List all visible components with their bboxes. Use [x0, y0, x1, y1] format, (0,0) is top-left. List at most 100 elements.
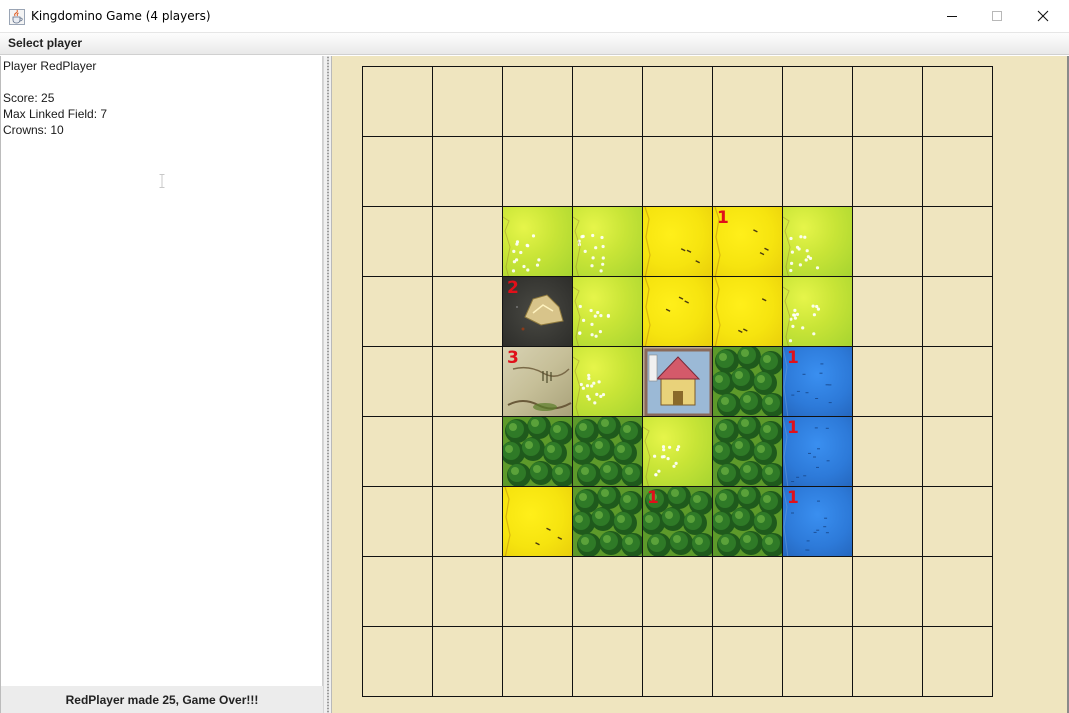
board-cell-empty[interactable]: [712, 136, 783, 207]
board-cell-empty[interactable]: [572, 626, 643, 697]
board-cell-empty[interactable]: [922, 416, 993, 487]
board-cell-empty[interactable]: [852, 66, 923, 137]
board-cell-empty[interactable]: [922, 136, 993, 207]
board-cell-forest[interactable]: [712, 416, 783, 487]
board-cell-empty[interactable]: [502, 626, 573, 697]
wheat-texture: [644, 207, 701, 276]
crown-count: 1: [647, 488, 659, 508]
board-cell-empty[interactable]: [642, 136, 713, 207]
menu-select-player[interactable]: Select player: [8, 36, 82, 50]
board-cell-empty[interactable]: [922, 556, 993, 627]
board-cell-empty[interactable]: [502, 66, 573, 137]
board-cell-empty[interactable]: [362, 346, 433, 417]
board-cell-empty[interactable]: [642, 626, 713, 697]
board-cell-water[interactable]: 1: [782, 486, 853, 557]
board-cell-wheat[interactable]: [642, 276, 713, 347]
board-cell-empty[interactable]: [432, 556, 503, 627]
board-cell-forest[interactable]: [712, 346, 783, 417]
board-cell-empty[interactable]: [642, 556, 713, 627]
board-cell-castle[interactable]: [642, 346, 713, 417]
forest-texture: [713, 417, 782, 486]
board-cell-meadow[interactable]: [782, 206, 853, 277]
board-cell-empty[interactable]: [852, 276, 923, 347]
board-cell-wheat[interactable]: [502, 486, 573, 557]
board-cell-empty[interactable]: [782, 66, 853, 137]
maximize-icon: [992, 11, 1002, 21]
board-cell-empty[interactable]: [922, 626, 993, 697]
board-cell-empty[interactable]: [572, 66, 643, 137]
board-cell-empty[interactable]: [712, 626, 783, 697]
board-cell-empty[interactable]: [362, 626, 433, 697]
board-cell-empty[interactable]: [642, 66, 713, 137]
board-cell-forest[interactable]: [572, 486, 643, 557]
board-cell-empty[interactable]: [432, 66, 503, 137]
forest-texture: [573, 417, 642, 486]
board-cell-meadow[interactable]: [642, 416, 713, 487]
board-cell-empty[interactable]: [922, 276, 993, 347]
board-cell-empty[interactable]: [852, 626, 923, 697]
text-cursor-icon: [159, 174, 165, 188]
board-cell-empty[interactable]: [922, 486, 993, 557]
board-cell-empty[interactable]: [852, 556, 923, 627]
meadow-texture: [643, 426, 681, 486]
meadow-texture: [573, 356, 606, 416]
board-cell-empty[interactable]: [362, 416, 433, 487]
board-cell-empty[interactable]: [712, 556, 783, 627]
wheat-texture: [714, 277, 767, 346]
board-cell-empty[interactable]: [852, 206, 923, 277]
board-cell-wheat[interactable]: [712, 276, 783, 347]
board-cell-empty[interactable]: [432, 136, 503, 207]
board-cell-empty[interactable]: [782, 626, 853, 697]
board-cell-empty[interactable]: [572, 136, 643, 207]
minimize-button[interactable]: [929, 0, 975, 32]
board-cell-wheat[interactable]: [642, 206, 713, 277]
board-cell-empty[interactable]: [852, 136, 923, 207]
board-cell-forest[interactable]: [572, 416, 643, 487]
forest-texture: [573, 487, 642, 556]
board-cell-meadow[interactable]: [782, 276, 853, 347]
board-cell-empty[interactable]: [362, 556, 433, 627]
board-cell-empty[interactable]: [502, 136, 573, 207]
board-cell-empty[interactable]: [432, 276, 503, 347]
board-cell-empty[interactable]: [922, 66, 993, 137]
board-cell-empty[interactable]: [782, 136, 853, 207]
board-cell-empty[interactable]: [712, 66, 783, 137]
board-cell-water[interactable]: 1: [782, 346, 853, 417]
board-cell-empty[interactable]: [922, 346, 993, 417]
meadow-texture: [573, 286, 610, 346]
board-cell-meadow[interactable]: [572, 206, 643, 277]
board-cell-empty[interactable]: [432, 346, 503, 417]
board-cell-empty[interactable]: [502, 556, 573, 627]
board-cell-empty[interactable]: [432, 206, 503, 277]
board-cell-mine[interactable]: 2: [502, 276, 573, 347]
castle-texture: [644, 348, 712, 416]
close-button[interactable]: [1020, 0, 1066, 32]
board-cell-empty[interactable]: [852, 486, 923, 557]
board-cell-meadow[interactable]: [572, 346, 643, 417]
board-cell-empty[interactable]: [362, 136, 433, 207]
board-cell-water[interactable]: 1: [782, 416, 853, 487]
board-cell-empty[interactable]: [782, 556, 853, 627]
board-cell-forest[interactable]: 1: [642, 486, 713, 557]
board-cell-empty[interactable]: [362, 276, 433, 347]
board-cell-empty[interactable]: [852, 416, 923, 487]
board-cell-empty[interactable]: [362, 206, 433, 277]
meadow-texture: [783, 216, 820, 276]
board-cell-empty[interactable]: [432, 626, 503, 697]
board-cell-meadow[interactable]: [572, 276, 643, 347]
split-pane-divider[interactable]: [323, 56, 332, 713]
board-panel: 1 2 3 1 1 1 1: [332, 56, 1069, 713]
board-cell-empty[interactable]: [922, 206, 993, 277]
board-cell-empty[interactable]: [572, 556, 643, 627]
board-cell-empty[interactable]: [362, 66, 433, 137]
board-cell-forest[interactable]: [502, 416, 573, 487]
board-cell-empty[interactable]: [362, 486, 433, 557]
board-cell-wheat[interactable]: 1: [712, 206, 783, 277]
board-cell-empty[interactable]: [432, 416, 503, 487]
board-cell-swamp[interactable]: 3: [502, 346, 573, 417]
board-cell-forest[interactable]: [712, 486, 783, 557]
maximize-button[interactable]: [974, 0, 1020, 32]
board-cell-empty[interactable]: [432, 486, 503, 557]
board-cell-meadow[interactable]: [502, 206, 573, 277]
board-cell-empty[interactable]: [852, 346, 923, 417]
